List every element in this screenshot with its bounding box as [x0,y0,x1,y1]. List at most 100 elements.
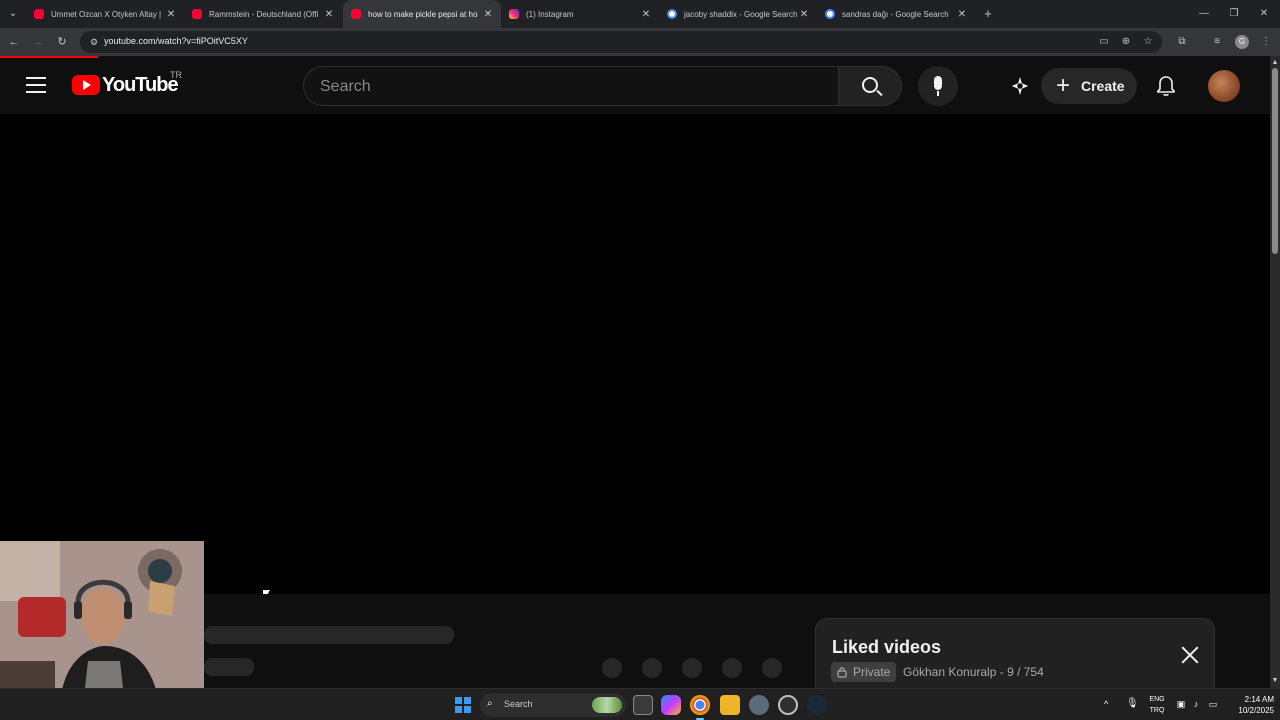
notifications-bell-icon[interactable] [1154,74,1178,98]
video-player[interactable] [0,114,1270,602]
playlist-owner-progress: Gökhan Konuralp - 9 / 754 [903,665,1044,679]
taskbar-search-label: Search [504,699,533,709]
tab-title: (1) Instagram [526,9,574,19]
channel-skeleton [204,658,254,676]
browser-tab[interactable]: sandras dağı - Google Search ✕ [817,0,975,28]
tab-search-chevron-icon[interactable]: ⌄ [4,5,22,23]
tab-close-icon[interactable]: ✕ [639,9,653,20]
tab-close-icon[interactable]: ✕ [481,9,495,20]
tray-microphone-icon[interactable]: 🎙 [1126,698,1139,709]
scroll-down-icon[interactable]: ▼ [1271,677,1279,685]
clock-date: 10/2/2025 [1238,706,1274,715]
title-skeleton [204,626,454,644]
tray-chevron-up-icon[interactable]: ^ [1104,699,1108,709]
site-info-icon[interactable]: ⚙ [88,36,100,48]
playlist-title[interactable]: Liked videos [832,637,941,658]
youtube-favicon-icon [351,9,361,19]
chrome-taskbar-icon[interactable] [690,695,710,720]
scroll-thumb[interactable] [1272,68,1278,254]
url-text[interactable]: youtube.com/watch?v=fiPOitVC5XY [104,36,248,46]
profile-avatar-icon[interactable]: G [1235,35,1249,49]
volume-icon[interactable]: ♪ [1190,698,1202,710]
browser-tab[interactable]: Rammstein - Deutschland (Offi ✕ [184,0,342,28]
file-explorer-icon[interactable] [720,695,740,715]
network-icon[interactable]: ▣ [1175,698,1187,710]
windows-start-icon[interactable] [455,697,471,713]
action-skeleton [722,658,742,678]
google-favicon-icon [667,9,677,19]
tab-title: jacoby shaddix - Google Search [684,9,797,19]
tab-close-icon[interactable]: ✕ [322,9,336,20]
browser-tab[interactable]: jacoby shaddix - Google Search ✕ [659,0,817,28]
tab-close-icon[interactable]: ✕ [797,9,811,20]
task-view-icon[interactable] [633,695,653,715]
language-indicator[interactable]: ENG TRQ [1146,694,1168,716]
close-icon[interactable] [1180,645,1200,665]
tab-title: how to make pickle pepsi at ho [368,9,478,19]
bookmark-star-icon[interactable]: ☆ [1141,35,1155,49]
copilot-icon[interactable] [661,695,681,715]
action-skeleton [762,658,782,678]
media-controls-icon[interactable]: ≡ [1209,34,1225,50]
cast-icon[interactable]: ▭ [1097,35,1111,49]
google-favicon-icon [825,9,835,19]
microphone-icon [934,76,942,90]
tab-title: Rammstein - Deutschland (Offi [209,9,319,19]
clock[interactable]: 2:14 AM 10/2/2025 [1222,694,1274,716]
zoom-icon[interactable]: ⊕ [1119,35,1133,49]
back-arrow-icon[interactable]: ← [6,34,22,50]
settings-gear-icon[interactable] [749,695,769,715]
browser-tab[interactable]: (1) Instagram ✕ [501,0,659,28]
address-bar[interactable]: ⚙ youtube.com/watch?v=fiPOitVC5XY ▭ ⊕ ☆ [80,31,1162,53]
youtube-play-logo-icon [72,75,100,95]
new-tab-plus-icon[interactable]: + [981,5,995,23]
browser-tab[interactable]: Ummet Ozcan X Otyken Altay | ✕ [26,0,184,28]
country-code: TR [170,70,182,80]
youtube-logo[interactable]: YouTube [72,73,179,97]
windows-taskbar: ⌕ Search ^ 🎙 ENG TRQ ▣ ♪ ▭ 2:14 AM 10/2/… [0,688,1280,720]
page-scrollbar[interactable]: ▲ ▼ [1270,56,1280,688]
instagram-favicon-icon [509,9,519,19]
create-button[interactable]: + Create [1041,68,1137,104]
extensions-icon[interactable]: ⧉ [1174,34,1190,50]
battery-icon[interactable]: ▭ [1207,698,1219,710]
steam-icon[interactable] [807,695,827,715]
tab-close-icon[interactable]: ✕ [955,9,969,20]
tab-title: sandras dağı - Google Search [842,9,949,19]
search-button[interactable] [838,66,902,106]
search-highlight-art [592,697,622,713]
plus-icon: + [1055,72,1070,99]
lock-icon [837,667,847,678]
search-box[interactable] [303,66,839,106]
tab-close-icon[interactable]: ✕ [164,9,178,20]
search-input[interactable] [320,76,820,98]
youtube-favicon-icon [34,9,44,19]
youtube-masthead: YouTube TR + Create [0,58,1270,114]
privacy-badge: Private [831,662,897,682]
reload-icon[interactable]: ↻ [54,34,70,50]
keyboard-layout: TRQ [1149,707,1165,714]
app-icon[interactable] [778,695,798,715]
restore-icon[interactable]: ❐ [1226,6,1242,22]
action-skeleton [642,658,662,678]
browser-tab-active[interactable]: how to make pickle pepsi at ho ✕ [343,0,501,28]
studio-sparkle-icon[interactable] [1009,75,1031,97]
forward-arrow-icon[interactable]: → [30,34,46,50]
scroll-up-icon[interactable]: ▲ [1271,59,1279,67]
tab-title: Ummet Ozcan X Otyken Altay | [51,9,162,19]
browser-tab-strip: ⌄ Ummet Ozcan X Otyken Altay | ✕ Rammste… [0,0,1280,28]
action-skeleton [602,658,622,678]
browser-toolbar: ← → ↻ ⚙ youtube.com/watch?v=fiPOitVC5XY … [0,28,1280,56]
language-code: ENG [1149,696,1165,703]
minimize-icon[interactable]: — [1196,6,1212,22]
window-close-icon[interactable]: ✕ [1256,6,1272,22]
playlist-panel: Liked videos Private Gökhan Konuralp - 9… [815,618,1215,688]
account-avatar[interactable] [1208,70,1240,102]
logo-wordmark: YouTube [102,73,179,96]
youtube-favicon-icon [192,9,202,19]
privacy-label: Private [853,665,891,679]
hamburger-menu-icon[interactable] [26,77,46,93]
taskbar-search[interactable]: ⌕ Search [480,693,626,717]
chrome-menu-icon[interactable]: ⋮ [1258,34,1274,50]
voice-search-button[interactable] [918,66,958,106]
